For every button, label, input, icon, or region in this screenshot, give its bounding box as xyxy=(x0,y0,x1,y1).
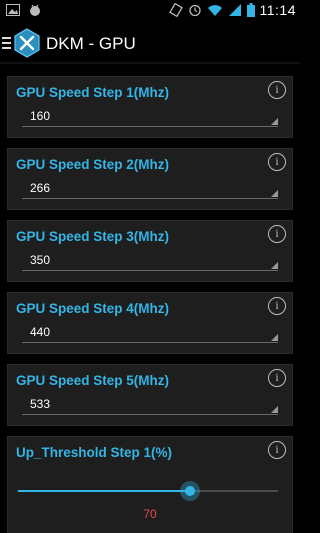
menu-icon[interactable] xyxy=(2,36,12,50)
slider-fill xyxy=(18,490,190,492)
dropdown-arrow-icon xyxy=(271,190,278,197)
gpu-speed-step-1-spinner[interactable]: 160 xyxy=(22,107,278,127)
gpu-speed-step-3-spinner[interactable]: 350 xyxy=(22,251,278,271)
spinner-value: 266 xyxy=(30,181,51,195)
card-title: Up_Threshold Step 1(%) xyxy=(16,445,173,460)
card-title: GPU Speed Step 4(Mhz) xyxy=(16,301,170,316)
signal-icon xyxy=(228,4,241,16)
card-title: GPU Speed Step 1(Mhz) xyxy=(16,85,170,100)
rotate-icon xyxy=(168,3,183,17)
info-icon[interactable]: i xyxy=(268,225,286,243)
info-icon[interactable]: i xyxy=(268,369,286,387)
gpu-speed-step-2-card: GPU Speed Step 2(Mhz) i 266 xyxy=(7,148,293,210)
up-threshold-step-1-card: Up_Threshold Step 1(%) i 70 xyxy=(7,436,293,533)
battery-icon xyxy=(246,3,255,17)
gpu-speed-step-5-card: GPU Speed Step 5(Mhz) i 533 xyxy=(7,364,293,426)
gpu-speed-step-2-spinner[interactable]: 266 xyxy=(22,179,278,199)
up-threshold-slider[interactable] xyxy=(18,481,278,501)
dropdown-arrow-icon xyxy=(271,118,278,125)
action-bar: DKM - GPU xyxy=(0,24,300,64)
info-icon[interactable]: i xyxy=(268,297,286,315)
slider-thumb[interactable] xyxy=(179,481,200,501)
spinner-value: 160 xyxy=(30,109,51,123)
info-icon[interactable]: i xyxy=(268,441,286,459)
info-icon[interactable]: i xyxy=(268,81,286,99)
image-notification-icon xyxy=(6,4,20,16)
spinner-value: 440 xyxy=(30,325,51,339)
app-title: DKM - GPU xyxy=(46,34,136,53)
spinner-value: 350 xyxy=(30,253,51,267)
card-title: GPU Speed Step 3(Mhz) xyxy=(16,229,170,244)
dropdown-arrow-icon xyxy=(271,406,278,413)
gpu-speed-step-1-card: GPU Speed Step 1(Mhz) i 160 xyxy=(7,76,293,138)
card-title: GPU Speed Step 5(Mhz) xyxy=(16,373,170,388)
wifi-icon xyxy=(207,5,222,16)
card-title: GPU Speed Step 2(Mhz) xyxy=(16,157,170,172)
app-logo-icon[interactable] xyxy=(12,28,42,58)
dropdown-arrow-icon xyxy=(271,262,278,269)
clock-time: 11:14 xyxy=(259,2,296,18)
alarm-icon xyxy=(188,4,201,17)
spinner-value: 533 xyxy=(30,397,51,411)
status-bar: 11:14 xyxy=(0,0,300,24)
gpu-speed-step-4-spinner[interactable]: 440 xyxy=(22,323,278,343)
dropdown-arrow-icon xyxy=(271,334,278,341)
gpu-speed-step-5-spinner[interactable]: 533 xyxy=(22,395,278,415)
gpu-speed-step-3-card: GPU Speed Step 3(Mhz) i 350 xyxy=(7,220,293,282)
threshold-value: 70 xyxy=(143,507,157,521)
gpu-speed-step-4-card: GPU Speed Step 4(Mhz) i 440 xyxy=(7,292,293,354)
info-icon[interactable]: i xyxy=(268,153,286,171)
android-notification-icon xyxy=(30,4,40,16)
